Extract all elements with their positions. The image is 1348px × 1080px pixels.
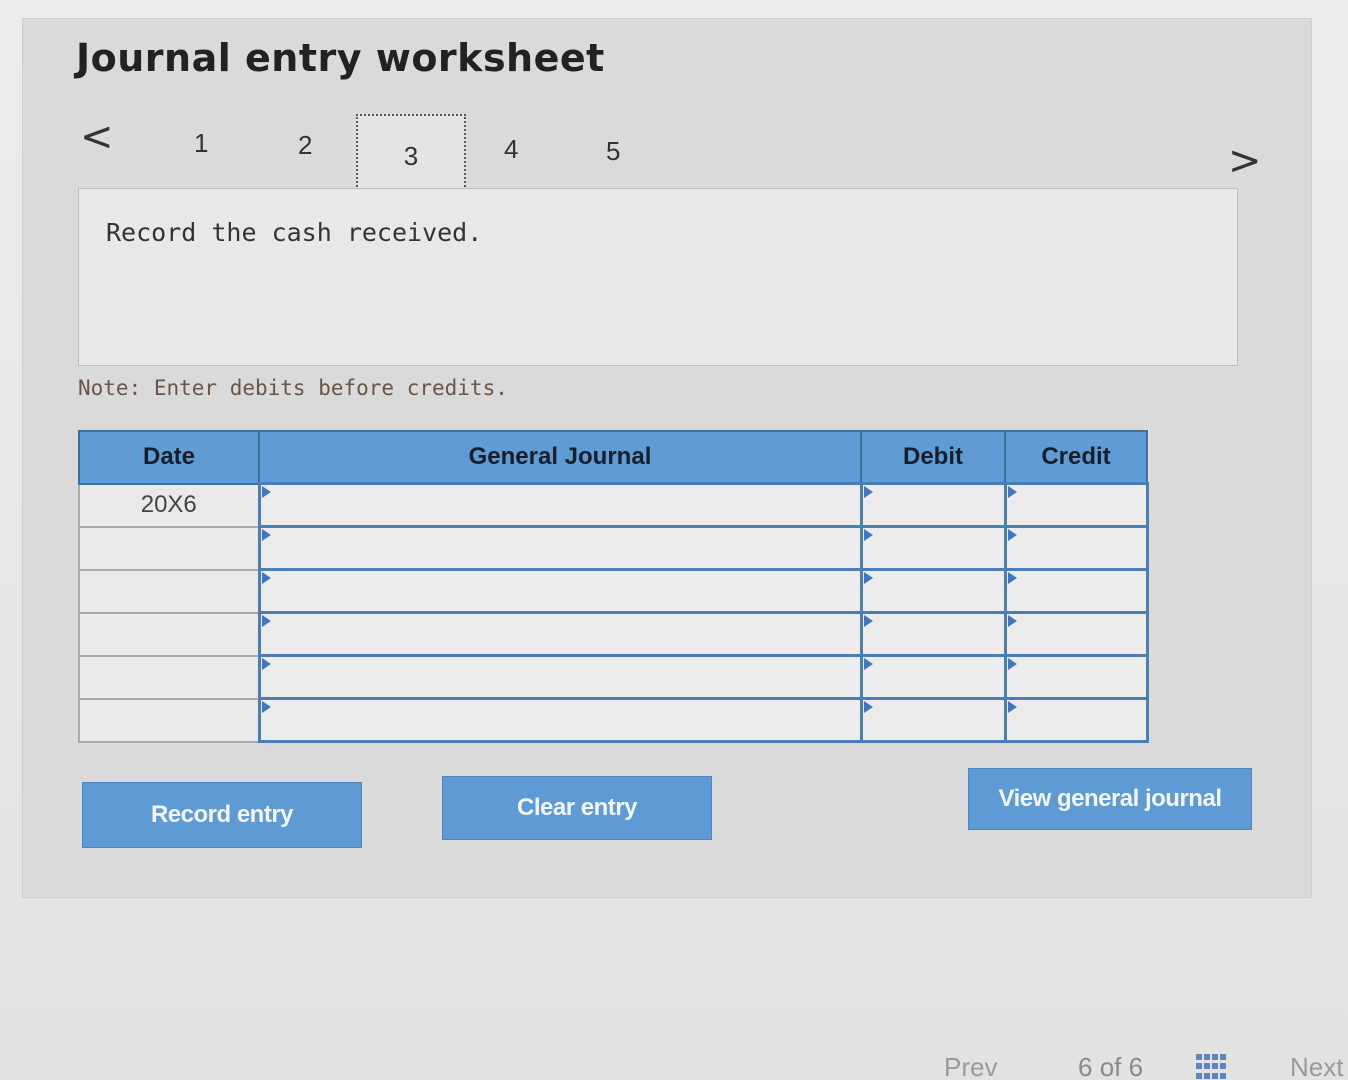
step-2-tab[interactable]: 2 <box>298 130 312 161</box>
instruction-text: Record the cash received. <box>106 218 483 247</box>
dropdown-marker-icon <box>863 658 873 670</box>
step-1-tab[interactable]: 1 <box>194 128 208 159</box>
account-input[interactable] <box>257 611 863 657</box>
dropdown-marker-icon <box>1007 529 1017 541</box>
table-row <box>78 611 1149 657</box>
account-input[interactable] <box>257 568 863 614</box>
dropdown-marker-icon <box>261 529 271 541</box>
page-indicator: 6 of 6 <box>1078 1052 1143 1080</box>
dropdown-marker-icon <box>261 615 271 627</box>
chevron-right-icon[interactable]: > <box>1228 138 1262 184</box>
account-input[interactable] <box>257 482 863 528</box>
record-entry-button[interactable]: Record entry <box>82 782 362 848</box>
journal-header-row: Date General Journal Debit Credit <box>78 430 1148 485</box>
account-input[interactable] <box>257 654 863 700</box>
account-input[interactable] <box>257 697 863 743</box>
clear-entry-button[interactable]: Clear entry <box>442 776 712 840</box>
page-title: Journal entry worksheet <box>76 36 605 80</box>
date-cell <box>78 654 260 700</box>
date-cell <box>78 568 260 614</box>
date-cell <box>78 611 260 657</box>
page-of: of <box>1099 1052 1122 1080</box>
page-total: 6 <box>1128 1052 1144 1080</box>
credit-input[interactable] <box>1003 611 1149 657</box>
dropdown-marker-icon <box>1007 658 1017 670</box>
dropdown-marker-icon <box>863 572 873 584</box>
page: Journal entry worksheet < 1 2 3 4 5 > Re… <box>0 0 1348 1080</box>
dropdown-marker-icon <box>261 572 271 584</box>
dropdown-marker-icon <box>261 658 271 670</box>
table-row <box>78 654 1149 700</box>
debit-input[interactable] <box>859 525 1007 571</box>
general-journal-header: General Journal <box>258 430 862 485</box>
debit-input[interactable] <box>859 568 1007 614</box>
note-text: Note: Enter debits before credits. <box>78 376 508 400</box>
debit-input[interactable] <box>859 697 1007 743</box>
dropdown-marker-icon <box>1007 615 1017 627</box>
debit-input[interactable] <box>859 611 1007 657</box>
chevron-left-icon[interactable]: < <box>80 114 114 160</box>
credit-input[interactable] <box>1003 525 1149 571</box>
credit-input[interactable] <box>1003 697 1149 743</box>
debit-input[interactable] <box>859 654 1007 700</box>
step-3-tab-active[interactable]: 3 <box>356 114 466 198</box>
date-cell <box>78 697 260 743</box>
dropdown-marker-icon <box>1007 701 1017 713</box>
step-3-label: 3 <box>403 140 419 171</box>
page-current: 6 <box>1078 1052 1093 1080</box>
dropdown-marker-icon <box>261 486 271 498</box>
table-row <box>78 697 1149 743</box>
debit-header: Debit <box>860 430 1006 485</box>
table-row: 20X6 <box>78 482 1149 528</box>
debit-input[interactable] <box>859 482 1007 528</box>
prev-link[interactable]: Prev <box>944 1052 997 1080</box>
dropdown-marker-icon <box>261 701 271 713</box>
dropdown-marker-icon <box>863 615 873 627</box>
credit-header: Credit <box>1004 430 1148 485</box>
instruction-box <box>78 188 1238 366</box>
date-cell <box>78 525 260 571</box>
dropdown-marker-icon <box>863 486 873 498</box>
dropdown-marker-icon <box>863 701 873 713</box>
dropdown-marker-icon <box>1007 572 1017 584</box>
view-general-journal-button[interactable]: View general journal <box>968 768 1252 830</box>
date-cell: 20X6 <box>78 482 260 528</box>
next-link[interactable]: Next <box>1290 1052 1343 1080</box>
credit-input[interactable] <box>1003 654 1149 700</box>
credit-input[interactable] <box>1003 568 1149 614</box>
dropdown-marker-icon <box>1007 486 1017 498</box>
date-header: Date <box>78 430 260 485</box>
step-5-tab[interactable]: 5 <box>606 136 620 167</box>
grid-icon[interactable] <box>1196 1054 1228 1080</box>
step-4-tab[interactable]: 4 <box>504 134 518 165</box>
table-row <box>78 525 1149 571</box>
table-row <box>78 568 1149 614</box>
credit-input[interactable] <box>1003 482 1149 528</box>
journal-table: Date General Journal Debit Credit 20X6 <box>78 430 1149 743</box>
dropdown-marker-icon <box>863 529 873 541</box>
account-input[interactable] <box>257 525 863 571</box>
